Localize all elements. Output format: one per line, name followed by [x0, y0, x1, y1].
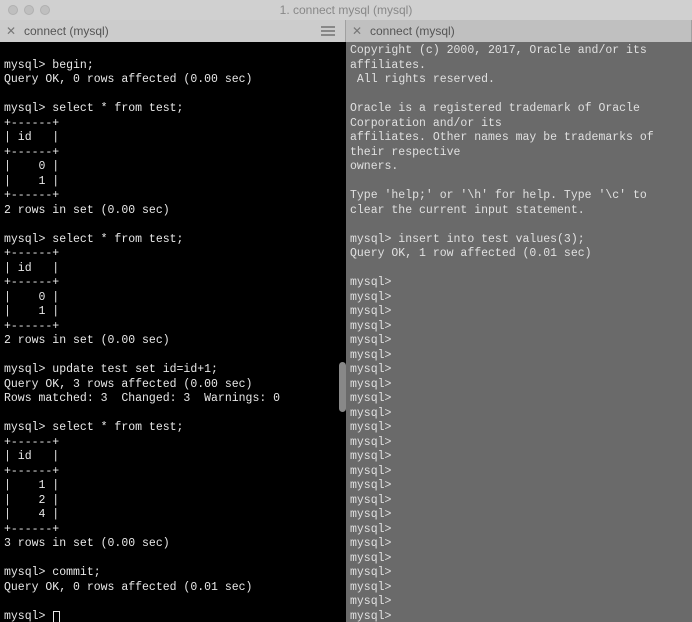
terminal-line: Rows matched: 3 Changed: 3 Warnings: 0	[4, 392, 342, 407]
terminal-line: mysql>	[350, 305, 688, 320]
terminal-line: mysql>	[350, 523, 688, 538]
prompt: mysql>	[4, 610, 52, 622]
terminal-line: mysql>	[350, 494, 688, 509]
terminal-line: mysql>	[350, 392, 688, 407]
terminal-line: Query OK, 1 row affected (0.01 sec)	[350, 247, 688, 262]
tab-right[interactable]: ✕ connect (mysql)	[346, 20, 692, 42]
terminal-line: | id |	[4, 450, 342, 465]
terminal-output[interactable]: Copyright (c) 2000, 2017, Oracle and/or …	[346, 42, 692, 622]
terminal-line: mysql>	[350, 595, 688, 610]
terminal-line: | 1 |	[4, 479, 342, 494]
terminal-line: mysql>	[350, 407, 688, 422]
terminal-line: owners.	[350, 160, 688, 175]
terminal-line: | id |	[4, 262, 342, 277]
terminal-line: mysql>	[350, 363, 688, 378]
terminal-line: mysql> select * from test;	[4, 421, 342, 436]
terminal-line	[350, 218, 688, 233]
terminal-line: Oracle is a registered trademark of Orac…	[350, 102, 688, 131]
terminal-line: mysql>	[350, 610, 688, 622]
terminal-line: | 1 |	[4, 305, 342, 320]
terminal-line: mysql>	[350, 378, 688, 393]
terminal-line: 2 rows in set (0.00 sec)	[4, 334, 342, 349]
tab-bar: ✕ connect (mysql) ✕ connect (mysql)	[0, 20, 692, 42]
window-title: 1. connect mysql (mysql)	[0, 3, 692, 17]
hamburger-icon[interactable]	[321, 26, 335, 36]
terminal-line: | 0 |	[4, 291, 342, 306]
close-icon[interactable]: ✕	[6, 24, 18, 38]
terminal-line	[4, 44, 342, 59]
terminal-line: +------+	[4, 276, 342, 291]
scrollbar-thumb[interactable]	[339, 362, 346, 412]
terminal-line: mysql> update test set id=id+1;	[4, 363, 342, 378]
terminal-line	[350, 88, 688, 103]
terminal-line	[4, 88, 342, 103]
terminal-line: mysql>	[350, 465, 688, 480]
terminal-line	[4, 595, 342, 610]
terminal-line: 2 rows in set (0.00 sec)	[4, 204, 342, 219]
terminal-pane-right[interactable]: Copyright (c) 2000, 2017, Oracle and/or …	[346, 42, 692, 622]
terminal-line: | 0 |	[4, 160, 342, 175]
terminal-line: Query OK, 0 rows affected (0.01 sec)	[4, 581, 342, 596]
terminal-line: mysql> insert into test values(3);	[350, 233, 688, 248]
terminal-line: mysql>	[350, 334, 688, 349]
terminal-line: Type 'help;' or '\h' for help. Type '\c'…	[350, 189, 688, 218]
terminal-line: | 1 |	[4, 175, 342, 190]
terminal-line: mysql>	[350, 276, 688, 291]
terminal-line: mysql> select * from test;	[4, 233, 342, 248]
tab-label: connect (mysql)	[370, 24, 455, 38]
terminal-pane-left[interactable]: mysql> begin;Query OK, 0 rows affected (…	[0, 42, 346, 622]
tab-label: connect (mysql)	[24, 24, 109, 38]
terminal-line	[4, 218, 342, 233]
terminal-line: mysql> select * from test;	[4, 102, 342, 117]
window-controls	[8, 5, 50, 15]
terminal-line: | id |	[4, 131, 342, 146]
cursor-icon	[53, 611, 60, 622]
terminal-output[interactable]: mysql> begin;Query OK, 0 rows affected (…	[0, 42, 346, 622]
terminal-line: mysql>	[350, 349, 688, 364]
terminal-line	[4, 552, 342, 567]
terminal-line: +------+	[4, 523, 342, 538]
terminal-line: mysql>	[350, 552, 688, 567]
terminal-line: mysql>	[350, 581, 688, 596]
terminal-line	[4, 407, 342, 422]
split-view: mysql> begin;Query OK, 0 rows affected (…	[0, 42, 692, 622]
close-window-icon[interactable]	[8, 5, 18, 15]
terminal-line: Query OK, 0 rows affected (0.00 sec)	[4, 73, 342, 88]
terminal-line	[4, 349, 342, 364]
terminal-line: +------+	[4, 189, 342, 204]
terminal-line: +------+	[4, 146, 342, 161]
terminal-line	[350, 175, 688, 190]
terminal-line	[350, 262, 688, 277]
terminal-line: mysql>	[350, 566, 688, 581]
terminal-line: mysql>	[350, 436, 688, 451]
terminal-line: mysql>	[350, 479, 688, 494]
terminal-line: +------+	[4, 436, 342, 451]
minimize-window-icon[interactable]	[24, 5, 34, 15]
terminal-line: +------+	[4, 117, 342, 132]
terminal-line: Query OK, 3 rows affected (0.00 sec)	[4, 378, 342, 393]
close-icon[interactable]: ✕	[352, 24, 364, 38]
window-titlebar: 1. connect mysql (mysql)	[0, 0, 692, 20]
terminal-line: 3 rows in set (0.00 sec)	[4, 537, 342, 552]
terminal-line: affiliates. Other names may be trademark…	[350, 131, 688, 160]
terminal-line: mysql>	[350, 291, 688, 306]
terminal-line: +------+	[4, 465, 342, 480]
terminal-line: +------+	[4, 247, 342, 262]
terminal-line: mysql>	[350, 320, 688, 335]
terminal-line: mysql>	[4, 610, 342, 622]
terminal-line: mysql>	[350, 421, 688, 436]
terminal-line: mysql>	[350, 537, 688, 552]
terminal-line: mysql> commit;	[4, 566, 342, 581]
tab-left[interactable]: ✕ connect (mysql)	[0, 20, 346, 42]
terminal-line: All rights reserved.	[350, 73, 688, 88]
terminal-line: Copyright (c) 2000, 2017, Oracle and/or …	[350, 44, 688, 73]
terminal-line: mysql>	[350, 450, 688, 465]
terminal-line: | 4 |	[4, 508, 342, 523]
terminal-line: mysql> begin;	[4, 59, 342, 74]
terminal-line: mysql>	[350, 508, 688, 523]
terminal-line: | 2 |	[4, 494, 342, 509]
terminal-line: +------+	[4, 320, 342, 335]
zoom-window-icon[interactable]	[40, 5, 50, 15]
